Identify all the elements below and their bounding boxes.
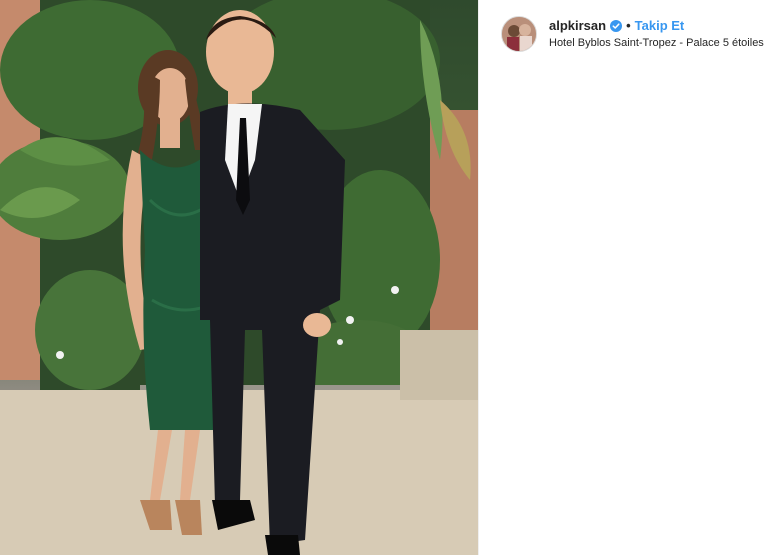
avatar[interactable] bbox=[501, 16, 537, 52]
header-row: alpkirsan • Takip Et bbox=[549, 18, 764, 34]
follow-button[interactable]: Takip Et bbox=[635, 18, 685, 34]
username-link[interactable]: alpkirsan bbox=[549, 18, 606, 34]
post-header: alpkirsan • Takip Et Hotel Byblos Saint-… bbox=[479, 0, 784, 52]
avatar-image-icon bbox=[502, 17, 536, 51]
separator-dot: • bbox=[626, 17, 631, 33]
post-photo[interactable] bbox=[0, 0, 478, 555]
location-link[interactable]: Hotel Byblos Saint-Tropez - Palace 5 éto… bbox=[549, 36, 764, 51]
post-sidebar: alpkirsan • Takip Et Hotel Byblos Saint-… bbox=[478, 0, 784, 555]
verified-badge-icon bbox=[610, 19, 623, 32]
post-header-text: alpkirsan • Takip Et Hotel Byblos Saint-… bbox=[549, 18, 764, 51]
photo-illustration bbox=[0, 0, 478, 555]
instagram-post: alpkirsan • Takip Et Hotel Byblos Saint-… bbox=[0, 0, 784, 555]
